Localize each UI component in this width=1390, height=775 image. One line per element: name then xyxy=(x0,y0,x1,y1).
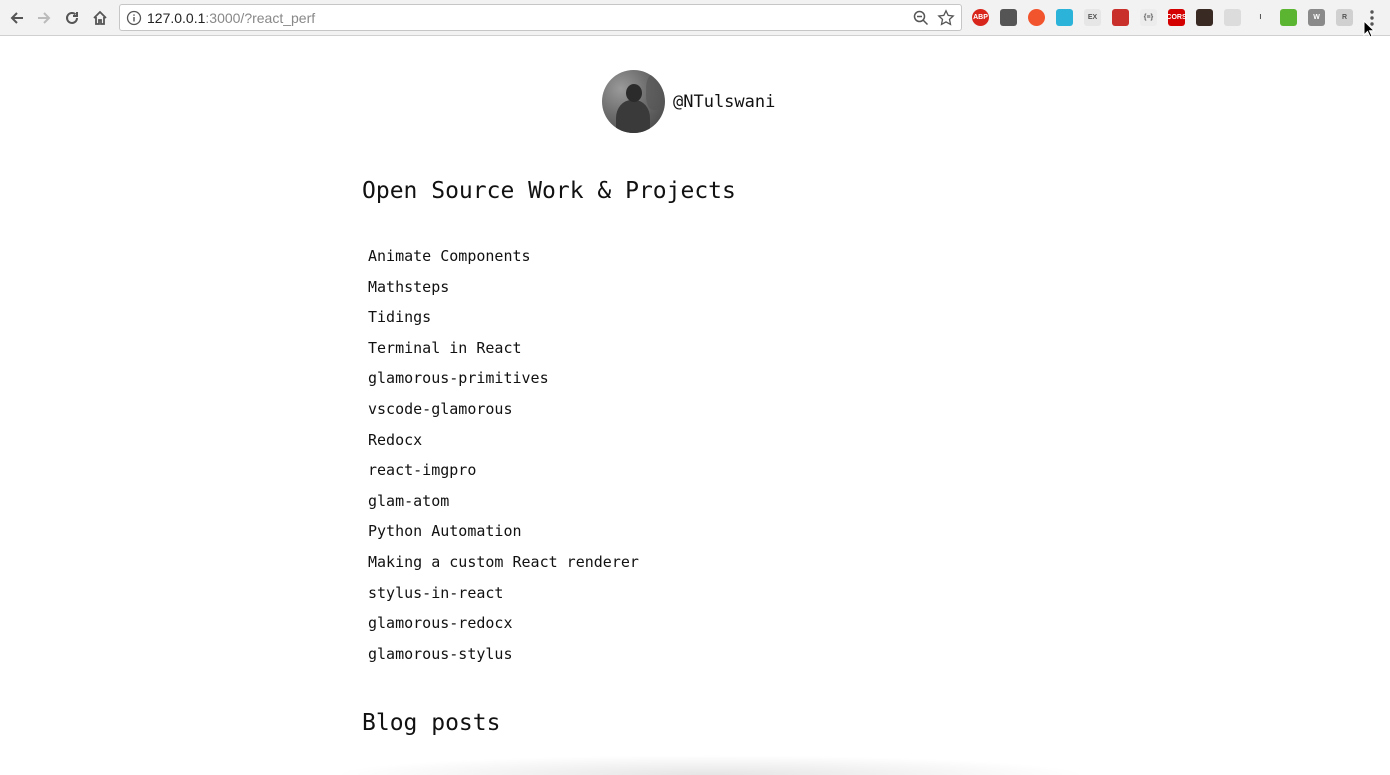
home-icon xyxy=(93,10,107,25)
instapaper-icon[interactable]: I xyxy=(1252,9,1269,26)
reload-button[interactable] xyxy=(60,6,84,30)
browser-toolbar: 127.0.0.1:3000/?react_perf ABP EX {≡} CORS I… xyxy=(0,0,1390,36)
home-button[interactable] xyxy=(88,6,112,30)
pocket-icon[interactable] xyxy=(1000,9,1017,26)
list-item: Tidings xyxy=(368,306,639,337)
green-printer-icon[interactable] xyxy=(1280,9,1297,26)
profile-header: @NTulswani xyxy=(602,70,775,133)
list-item: Making a custom React renderer xyxy=(368,551,639,582)
json-braces-icon[interactable]: {≡} xyxy=(1140,9,1157,26)
projects-list: Animate Components Mathsteps Tidings Termin… xyxy=(368,245,639,673)
project-link[interactable]: Redocx xyxy=(368,431,422,449)
list-item: Redocx xyxy=(368,429,639,460)
profile-handle[interactable]: @NTulswani xyxy=(673,92,775,112)
zoom-icon[interactable] xyxy=(913,10,929,26)
list-item: Animate Components xyxy=(368,245,639,276)
project-link[interactable]: glamorous-redocx xyxy=(368,614,513,632)
adblock-plus-icon[interactable]: ABP xyxy=(972,9,989,26)
list-item: Python Automation xyxy=(368,520,639,551)
cat-face-icon[interactable] xyxy=(1196,9,1213,26)
bookmark-star-icon[interactable] xyxy=(937,9,955,27)
forward-arrow-icon xyxy=(38,12,51,24)
pinwheel-icon[interactable] xyxy=(1056,9,1073,26)
avatar xyxy=(602,70,665,133)
project-link[interactable]: vscode-glamorous xyxy=(368,400,513,418)
list-item: stylus-in-react xyxy=(368,582,639,613)
project-link[interactable]: Making a custom React renderer xyxy=(368,553,639,571)
ex-icon[interactable]: EX xyxy=(1084,9,1101,26)
reload-icon xyxy=(66,11,78,24)
wikipedia-w-icon[interactable]: W xyxy=(1308,9,1325,26)
projects-section-title: Open Source Work & Projects xyxy=(362,178,736,204)
project-link[interactable]: glam-atom xyxy=(368,492,449,510)
info-icon[interactable] xyxy=(126,10,142,26)
grid-extension-icon[interactable] xyxy=(1112,9,1129,26)
project-link[interactable]: Tidings xyxy=(368,308,431,326)
list-item: Terminal in React xyxy=(368,337,639,368)
list-item: glam-atom xyxy=(368,490,639,521)
list-item: Mathsteps xyxy=(368,276,639,307)
project-link[interactable]: glamorous-stylus xyxy=(368,645,513,663)
list-item: glamorous-stylus xyxy=(368,643,639,674)
forward-button[interactable] xyxy=(32,6,56,30)
project-link[interactable]: Mathsteps xyxy=(368,278,449,296)
back-button[interactable] xyxy=(5,6,29,30)
url-path: :3000/?react_perf xyxy=(205,10,316,26)
project-link[interactable]: glamorous-primitives xyxy=(368,369,549,387)
blog-section-title: Blog posts xyxy=(362,710,501,736)
project-link[interactable]: stylus-in-react xyxy=(368,584,503,602)
cors-icon[interactable]: CORS xyxy=(1166,9,1187,26)
address-bar[interactable]: 127.0.0.1:3000/?react_perf xyxy=(119,4,962,31)
back-arrow-icon xyxy=(10,12,23,24)
bottom-fade xyxy=(330,755,1090,775)
tree-graph-icon[interactable] xyxy=(1224,9,1241,26)
url-text: 127.0.0.1:3000/?react_perf xyxy=(147,10,315,26)
project-link[interactable]: Terminal in React xyxy=(368,339,522,357)
list-item: react-imgpro xyxy=(368,459,639,490)
project-link[interactable]: react-imgpro xyxy=(368,461,476,479)
url-host: 127.0.0.1 xyxy=(147,10,206,26)
fire-icon[interactable] xyxy=(1028,9,1045,26)
mouse-cursor-icon xyxy=(1363,20,1375,38)
list-item: glamorous-redocx xyxy=(368,612,639,643)
list-item: glamorous-primitives xyxy=(368,367,639,398)
r-extension-icon[interactable]: R xyxy=(1336,9,1353,26)
project-link[interactable]: Animate Components xyxy=(368,247,531,265)
project-link[interactable]: Python Automation xyxy=(368,522,522,540)
list-item: vscode-glamorous xyxy=(368,398,639,429)
